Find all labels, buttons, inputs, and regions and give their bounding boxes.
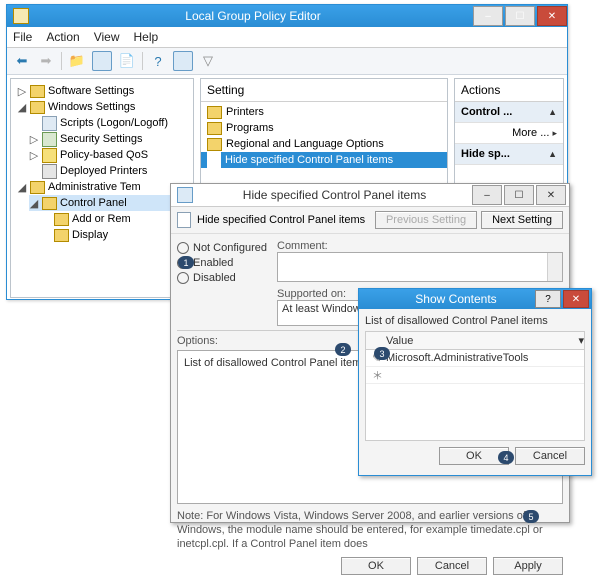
window-title: Local Group Policy Editor	[35, 9, 471, 23]
actions-group[interactable]: Hide sp...▲	[455, 144, 563, 165]
view-details-icon[interactable]	[173, 51, 193, 71]
list-item[interactable]: Regional and Language Options	[201, 136, 447, 152]
dialog-subtitle: Hide specified Control Panel items	[197, 214, 365, 226]
disallow-list-label: List of disallowed Control Panel items	[184, 357, 367, 369]
tree-item-selected[interactable]: ◢Control Panel	[29, 195, 193, 211]
apply-button[interactable]: Apply	[493, 557, 563, 575]
col-value: Value	[386, 335, 413, 347]
folder-icon	[207, 138, 222, 151]
view-list-icon[interactable]	[92, 51, 112, 71]
printer-icon	[42, 164, 57, 179]
tree-item[interactable]: Deployed Printers	[29, 163, 193, 179]
toolbar: ⬅ ➡ 📁 📄 ? ▽	[7, 48, 567, 75]
folder-icon	[30, 101, 45, 114]
callout-3: 3	[374, 347, 390, 360]
sc-help-button[interactable]: ?	[535, 290, 561, 308]
grid-row-empty[interactable]: ＊	[366, 367, 584, 384]
filter-icon[interactable]: ▽	[199, 52, 217, 70]
titlebar[interactable]: Local Group Policy Editor – ☐ ✕	[7, 5, 567, 27]
qos-icon	[42, 148, 57, 163]
grid-header[interactable]: Value ▾	[365, 331, 585, 350]
folder-icon	[54, 229, 69, 242]
folder-icon	[207, 106, 222, 119]
folder-icon	[54, 213, 69, 226]
previous-setting-button[interactable]: Previous Setting	[375, 211, 477, 229]
actions-more[interactable]: More ... ▸	[455, 123, 563, 144]
up-folder-icon[interactable]: 📁	[68, 52, 86, 70]
chevron-down-icon[interactable]: ▾	[578, 334, 584, 347]
star-icon: ＊	[372, 367, 386, 383]
menu-action[interactable]: Action	[46, 30, 79, 44]
note-text: Note: For Windows Vista, Windows Server …	[177, 510, 563, 551]
dialog-titlebar[interactable]: Hide specified Control Panel items – ☐ ✕	[171, 184, 569, 207]
dialog-close-button[interactable]: ✕	[536, 185, 566, 205]
menubar: File Action View Help	[7, 27, 567, 48]
comment-field[interactable]	[277, 252, 563, 282]
tree-item[interactable]: Scripts (Logon/Logoff)	[29, 115, 193, 131]
list-item[interactable]: Programs	[201, 120, 447, 136]
page-icon	[207, 152, 221, 168]
cancel-button[interactable]: Cancel	[417, 557, 487, 575]
dialog-min-button[interactable]: –	[472, 185, 502, 205]
menu-view[interactable]: View	[94, 30, 120, 44]
back-icon[interactable]: ⬅	[13, 52, 31, 70]
menu-file[interactable]: File	[13, 30, 32, 44]
tree-item[interactable]: ▷Software Settings	[17, 83, 193, 99]
callout-2: 2	[335, 343, 351, 356]
close-button[interactable]: ✕	[537, 6, 567, 26]
sc-cancel-button[interactable]: Cancel	[515, 447, 585, 465]
script-icon	[42, 116, 57, 131]
scrollbar[interactable]	[547, 253, 562, 281]
tree-item[interactable]: ◢Windows Settings	[17, 99, 193, 115]
next-setting-button[interactable]: Next Setting	[481, 211, 563, 229]
dialog-max-button[interactable]: ☐	[504, 185, 534, 205]
menu-help[interactable]: Help	[134, 30, 159, 44]
grid-body[interactable]: ✎ Microsoft.AdministrativeTools ＊	[365, 350, 585, 441]
callout-1: 1	[178, 256, 194, 269]
actions-group[interactable]: Control ...▲	[455, 102, 563, 123]
settings-header: Setting	[201, 79, 447, 102]
tree-pane[interactable]: ▷Software Settings ◢Windows Settings Scr…	[10, 78, 194, 298]
minimize-button[interactable]: –	[473, 6, 503, 26]
sc-title-text: Show Contents	[377, 292, 535, 306]
help-icon[interactable]: ?	[149, 52, 167, 70]
forward-icon[interactable]: ➡	[37, 52, 55, 70]
ok-button[interactable]: OK	[341, 557, 411, 575]
chevron-up-icon: ▲	[548, 149, 557, 159]
supported-label: Supported on:	[277, 288, 346, 300]
policy-icon	[177, 212, 191, 228]
dialog-title: Hide specified Control Panel items	[199, 188, 470, 202]
chevron-right-icon: ▸	[552, 128, 557, 138]
folder-icon	[30, 181, 45, 194]
tree-item[interactable]: ◢Administrative Tem	[17, 179, 193, 195]
comment-label: Comment:	[277, 240, 328, 252]
app-icon	[177, 187, 193, 203]
list-item-selected[interactable]: Hide specified Control Panel items	[201, 152, 447, 168]
radio-disabled[interactable]: Disabled	[177, 270, 267, 285]
maximize-button[interactable]: ☐	[505, 6, 535, 26]
export-icon[interactable]: 📄	[118, 52, 136, 70]
sc-close-button[interactable]: ✕	[563, 290, 589, 308]
grid-row[interactable]: ✎ Microsoft.AdministrativeTools	[366, 350, 584, 367]
sc-list-label: List of disallowed Control Panel items	[365, 315, 585, 327]
list-item[interactable]: Printers	[201, 104, 447, 120]
actions-header: Actions	[455, 79, 563, 102]
radio-not-configured[interactable]: Not Configured	[177, 240, 267, 255]
callout-5: 5	[523, 510, 539, 523]
app-icon	[13, 8, 29, 24]
folder-icon	[30, 85, 45, 98]
tree-item[interactable]: ▷Policy-based QoS	[29, 147, 193, 163]
folder-icon	[42, 197, 57, 210]
sc-titlebar[interactable]: Show Contents ? ✕	[359, 289, 591, 309]
security-icon	[42, 132, 57, 147]
chevron-up-icon: ▲	[548, 107, 557, 117]
folder-icon	[207, 122, 222, 135]
tree-item[interactable]: ▷Security Settings	[29, 131, 193, 147]
show-contents-dialog: Show Contents ? ✕ List of disallowed Con…	[358, 288, 592, 476]
options-label: Options:	[177, 335, 218, 347]
callout-4: 4	[498, 451, 514, 464]
